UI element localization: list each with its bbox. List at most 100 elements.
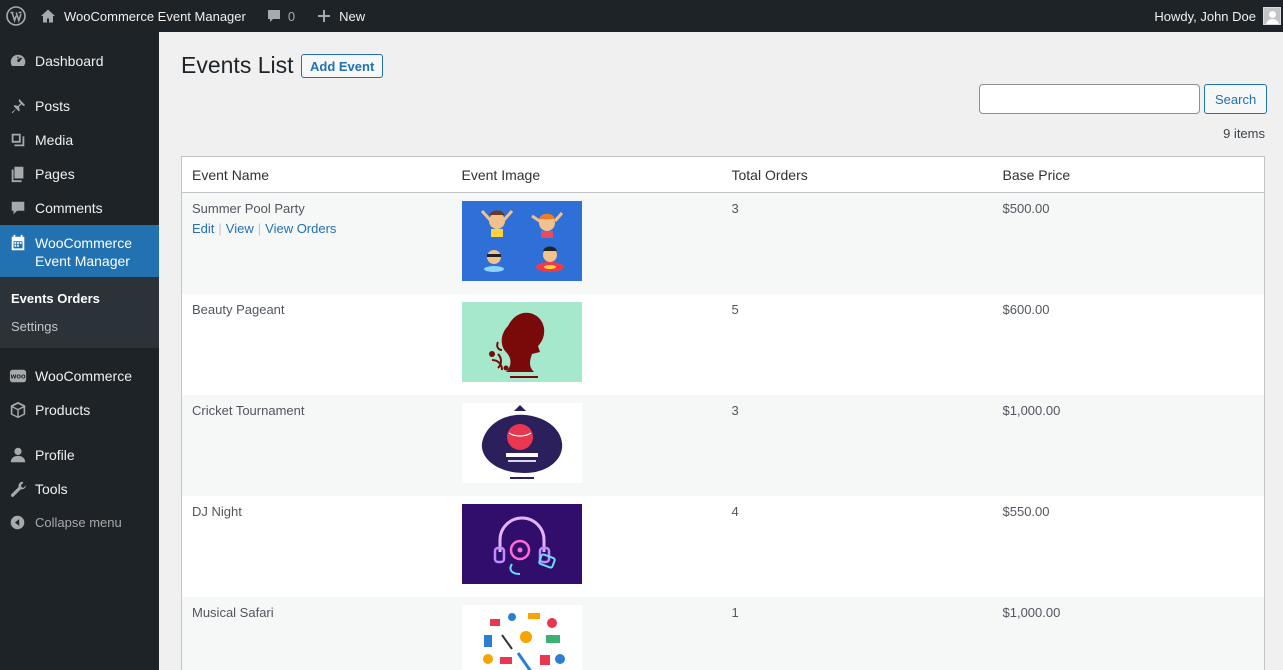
items-count: 9 items xyxy=(1223,126,1265,141)
column-header-total-orders: Total Orders xyxy=(721,156,993,193)
menu-woocommerce-event-manager[interactable]: WooCommerce Event Manager xyxy=(0,225,159,277)
comment-bubble-icon xyxy=(267,10,280,22)
comments-link[interactable]: 0 xyxy=(258,0,303,32)
menu-label: Pages xyxy=(35,166,75,182)
event-image-cell xyxy=(452,294,722,395)
howdy-greeting: Howdy, John Doe xyxy=(1154,8,1256,24)
event-image-cell xyxy=(452,496,722,597)
menu-label: Products xyxy=(35,402,91,418)
collapse-icon xyxy=(0,514,35,531)
event-name-cell: Beauty Pageant xyxy=(182,294,452,395)
wrench-icon xyxy=(0,480,35,498)
view-orders-link[interactable]: View Orders xyxy=(265,221,336,236)
event-name[interactable]: Musical Safari xyxy=(192,605,442,620)
menu-label: Posts xyxy=(35,98,71,114)
menu-label: WooCommerce Event Manager xyxy=(35,234,132,270)
table-row: Summer Pool Party Edit | View | View Orders xyxy=(181,192,1265,294)
separator: | xyxy=(218,221,222,236)
page-title: Events List xyxy=(181,52,294,78)
new-label: New xyxy=(339,8,366,24)
comments-count: 0 xyxy=(287,8,296,24)
menu-label-line2: Event Manager xyxy=(35,253,130,269)
column-header-event-name: Event Name xyxy=(181,156,452,193)
site-name: WooCommerce Event Manager xyxy=(64,8,246,24)
dj-night-image xyxy=(461,503,582,584)
event-name-cell: DJ Night xyxy=(182,496,452,597)
beauty-pageant-image xyxy=(461,301,582,382)
box-icon xyxy=(0,401,35,419)
total-orders-cell: 5 xyxy=(731,301,739,317)
total-orders-cell: 3 xyxy=(721,394,993,496)
menu-label: WooCommerce xyxy=(35,368,132,384)
avatar xyxy=(1263,7,1281,25)
menu-media[interactable]: Media xyxy=(0,128,159,152)
table-row: DJ Night 4 $550.00 xyxy=(182,496,1265,597)
musical-safari-image xyxy=(461,604,582,670)
column-header-base-price: Base Price xyxy=(992,156,1265,193)
menu-label-line1: WooCommerce xyxy=(35,235,132,251)
pool-party-image xyxy=(461,201,582,281)
user-icon xyxy=(0,446,35,464)
view-link[interactable]: View xyxy=(226,221,254,236)
search-button[interactable]: Search xyxy=(1204,84,1268,114)
menu-label: Comments xyxy=(35,200,103,216)
event-name[interactable]: Beauty Pageant xyxy=(192,302,442,317)
menu-dashboard[interactable]: Dashboard xyxy=(0,49,159,73)
total-orders-cell: 3 xyxy=(721,192,993,294)
main-content: Events List Add Event Search 9 items Eve… xyxy=(159,32,1283,670)
menu-woocommerce[interactable]: WOO WooCommerce xyxy=(0,364,159,388)
admin-sidebar: Dashboard Posts Media Pages Comments Woo… xyxy=(0,32,159,670)
menu-label: Profile xyxy=(35,447,75,463)
row-actions: Edit | View | View Orders xyxy=(192,221,442,236)
media-icon xyxy=(0,131,35,149)
calendar-icon xyxy=(0,234,35,252)
event-image-cell xyxy=(451,192,722,294)
search-input[interactable] xyxy=(979,84,1200,114)
submenu-events-orders[interactable]: Events Orders xyxy=(11,291,100,306)
dashboard-icon xyxy=(0,52,35,70)
menu-comments[interactable]: Comments xyxy=(0,196,159,220)
event-name-cell: Summer Pool Party Edit | View | View Orders xyxy=(181,192,452,294)
table-row: Beauty Pageant 5 $600.00 xyxy=(182,294,1265,395)
separator: | xyxy=(257,221,262,236)
event-name[interactable]: Cricket Tournament xyxy=(192,403,442,418)
base-price-cell: $600.00 xyxy=(1002,301,1050,317)
base-price-cell: $1,000.00 xyxy=(992,596,1265,670)
base-price-cell: $1,000.00 xyxy=(992,394,1265,496)
events-table: Event Name Event Image Total Orders Base… xyxy=(181,156,1265,670)
svg-text:WOO: WOO xyxy=(10,374,25,380)
cricket-image xyxy=(461,402,582,483)
pin-icon xyxy=(0,97,35,115)
event-name[interactable]: Summer Pool Party xyxy=(192,201,442,216)
admin-bar: WooCommerce Event Manager 0 New Howdy, J… xyxy=(0,0,1283,32)
new-content-link[interactable]: New xyxy=(309,0,373,32)
menu-tools[interactable]: Tools xyxy=(0,477,159,501)
wordpress-logo-icon[interactable] xyxy=(0,0,32,32)
site-name-link[interactable]: WooCommerce Event Manager xyxy=(32,0,254,32)
menu-profile[interactable]: Profile xyxy=(0,443,159,467)
table-row: Cricket Tournament 3 $1,000.00 xyxy=(181,394,1265,496)
event-name-cell: Musical Safari xyxy=(181,596,452,670)
plus-icon xyxy=(318,10,331,22)
menu-pages[interactable]: Pages xyxy=(0,162,159,186)
submenu-settings[interactable]: Settings xyxy=(11,319,58,334)
submenu: Events Orders Settings xyxy=(0,277,159,348)
woo-icon: WOO xyxy=(0,367,35,385)
collapse-menu-button[interactable]: Collapse menu xyxy=(0,511,159,533)
menu-posts[interactable]: Posts xyxy=(0,94,159,118)
add-event-button[interactable]: Add Event xyxy=(301,54,384,78)
menu-label: Tools xyxy=(35,481,68,497)
event-name[interactable]: DJ Night xyxy=(192,504,442,519)
event-name-cell: Cricket Tournament xyxy=(181,394,452,496)
pages-icon xyxy=(0,165,35,183)
total-orders-cell: 4 xyxy=(731,503,739,519)
menu-label: Dashboard xyxy=(35,53,104,69)
menu-label: Media xyxy=(35,132,74,148)
base-price-cell: $550.00 xyxy=(1002,503,1050,519)
user-account-link[interactable]: Howdy, John Doe xyxy=(1146,0,1283,32)
menu-products[interactable]: Products xyxy=(0,398,159,422)
total-orders-cell: 1 xyxy=(721,596,993,670)
home-icon xyxy=(41,9,55,23)
edit-link[interactable]: Edit xyxy=(192,221,214,236)
event-image-cell xyxy=(451,596,722,670)
